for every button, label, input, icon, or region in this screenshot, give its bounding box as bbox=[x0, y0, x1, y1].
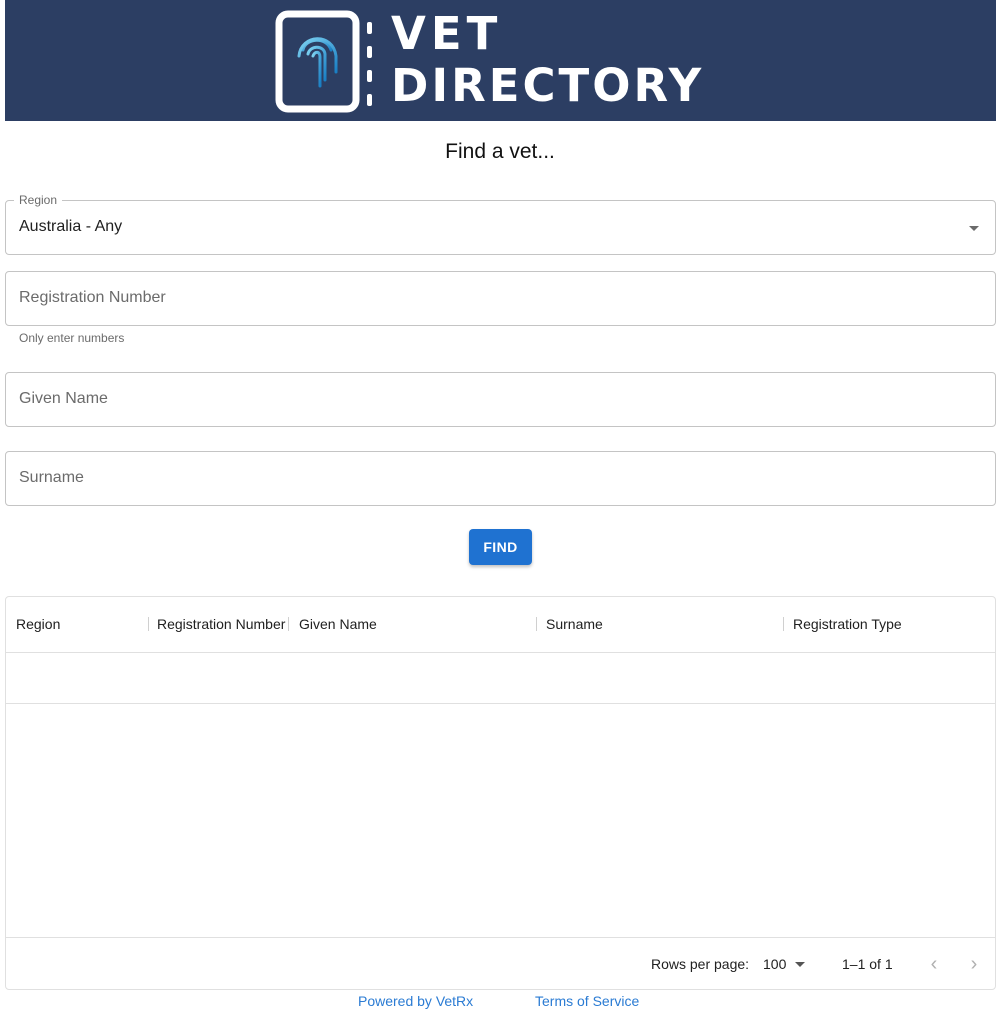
logo-divider bbox=[367, 22, 372, 106]
given-name-input[interactable]: Given Name bbox=[5, 372, 996, 427]
given-name-placeholder: Given Name bbox=[19, 390, 108, 407]
powered-by-link[interactable]: Powered by VetRx bbox=[358, 993, 473, 1009]
region-value: Australia - Any bbox=[19, 218, 123, 235]
fingerprint-icon bbox=[275, 10, 360, 113]
column-separator[interactable] bbox=[536, 617, 537, 631]
column-separator[interactable] bbox=[288, 617, 289, 631]
logo-text-vet: VET bbox=[391, 7, 503, 60]
registration-number-placeholder: Registration Number bbox=[19, 289, 166, 306]
surname-input[interactable]: Surname bbox=[5, 451, 996, 506]
pagination-range: 1–1 of 1 bbox=[842, 956, 893, 972]
rows-per-page-select[interactable]: 100 bbox=[763, 956, 786, 972]
column-header-region[interactable]: Region bbox=[16, 616, 60, 632]
dropdown-arrow-icon bbox=[969, 226, 979, 231]
table-pagination: Rows per page: 100 1–1 of 1 ‹ › bbox=[6, 937, 995, 989]
header-banner: VET DIRECTORY bbox=[5, 0, 996, 121]
column-header-registration-type[interactable]: Registration Type bbox=[793, 616, 902, 632]
registration-number-input[interactable]: Registration Number bbox=[5, 271, 996, 326]
region-select[interactable]: Region Australia - Any bbox=[5, 193, 996, 255]
region-label: Region bbox=[14, 193, 63, 207]
table-row bbox=[6, 653, 995, 704]
column-separator[interactable] bbox=[148, 617, 149, 631]
results-table: Region Registration Number Given Name Su… bbox=[5, 596, 996, 990]
logo-text-directory: DIRECTORY bbox=[391, 59, 705, 112]
column-header-surname[interactable]: Surname bbox=[546, 616, 603, 632]
column-header-given-name[interactable]: Given Name bbox=[299, 616, 377, 632]
column-header-registration-number[interactable]: Registration Number bbox=[157, 616, 285, 632]
next-page-icon[interactable]: › bbox=[962, 952, 986, 976]
dropdown-arrow-icon[interactable] bbox=[795, 962, 805, 967]
registration-number-helper: Only enter numbers bbox=[19, 331, 125, 345]
page-title: Find a vet... bbox=[445, 140, 555, 163]
table-header: Region Registration Number Given Name Su… bbox=[6, 597, 995, 653]
previous-page-icon[interactable]: ‹ bbox=[922, 952, 946, 976]
column-separator[interactable] bbox=[783, 617, 784, 631]
rows-per-page-label: Rows per page: bbox=[651, 956, 750, 972]
terms-of-service-link[interactable]: Terms of Service bbox=[535, 993, 639, 1009]
find-button[interactable]: FIND bbox=[469, 529, 532, 565]
surname-placeholder: Surname bbox=[19, 469, 84, 486]
